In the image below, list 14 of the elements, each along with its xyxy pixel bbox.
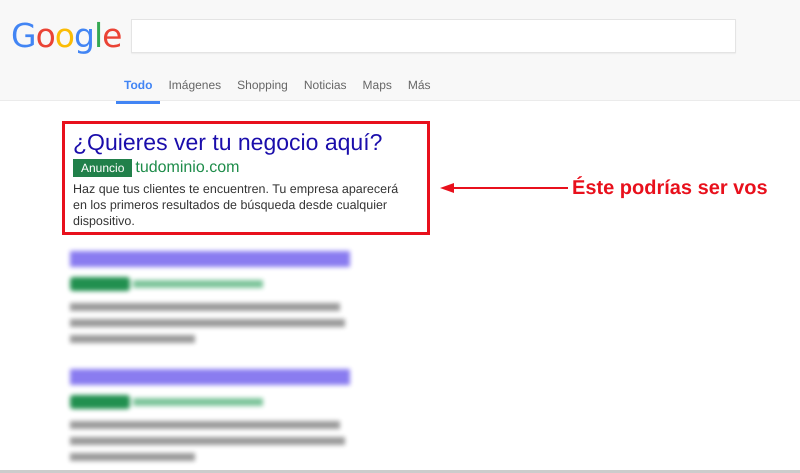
result-url: tudominio.com bbox=[135, 159, 240, 177]
nav-tab[interactable]: Más bbox=[400, 72, 439, 104]
nav-tab[interactable]: Noticias bbox=[296, 72, 355, 104]
result-description: Haz que tus clientes te encuentren. Tu empresa aparecerá en los primeros resultados de búsqueda desde cualquier dispositivo. bbox=[73, 181, 400, 229]
nav-tab[interactable]: Maps bbox=[354, 72, 400, 104]
ad-badge: Anuncio bbox=[73, 159, 132, 177]
nav-tab[interactable]: Todo bbox=[116, 72, 160, 104]
result-title[interactable]: ¿Quieres ver tu negocio aquí? bbox=[73, 127, 419, 157]
google-logo[interactable]: Google bbox=[11, 17, 122, 55]
arrow-icon bbox=[440, 182, 568, 194]
callout-text: Éste podrías ser vos bbox=[572, 176, 768, 200]
nav-tab[interactable]: Imágenes bbox=[160, 72, 230, 104]
search-field[interactable] bbox=[131, 19, 736, 53]
nav-tab[interactable]: Shopping bbox=[229, 72, 296, 104]
